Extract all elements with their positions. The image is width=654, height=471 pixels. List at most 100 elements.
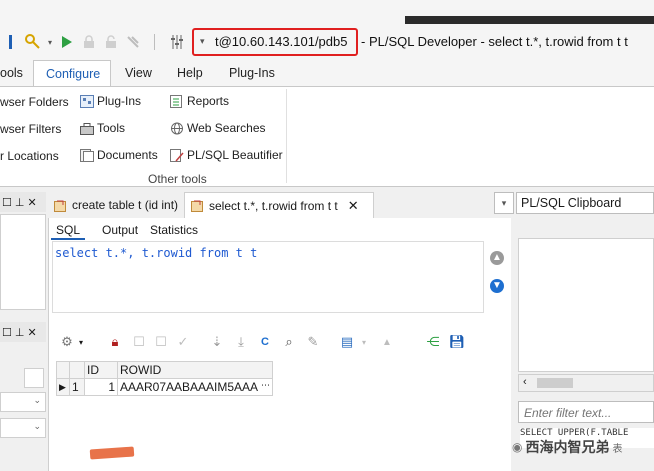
doc-tab-label: create table t (id int) <box>72 198 179 212</box>
clipboard-filter[interactable] <box>518 401 654 423</box>
table-row[interactable]: ▶ 1 1 AAAR07AABAAAIM5AAA ⋯ <box>56 378 273 396</box>
left-pane-checkbox[interactable] <box>24 368 44 388</box>
close-icon[interactable]: ✕ <box>27 196 36 209</box>
web-searches-label: Web Searches <box>187 121 266 135</box>
arrow-up-icon[interactable]: ▲ <box>490 251 504 265</box>
tab-view[interactable]: View <box>125 60 152 86</box>
chevron-down-icon[interactable]: ▾ <box>358 333 370 351</box>
tab-help[interactable]: Help <box>177 60 203 86</box>
cell-rowid-text: AAAR07AABAAAIM5AAA <box>120 380 259 394</box>
left-pane-dropdown-1[interactable]: ⌄ <box>0 392 46 412</box>
save-icon[interactable]: 💾︎ <box>448 333 466 351</box>
ribbon-panel: wser Folders wser Filters r Locations Pl… <box>0 86 654 187</box>
link-icon[interactable]: ⋲ <box>424 333 442 351</box>
chevron-down-icon[interactable]: ▾ <box>44 31 56 53</box>
current-row-icon: ▶ <box>56 378 70 396</box>
web-searches-button[interactable]: Web Searches <box>170 121 266 135</box>
chevron-left-icon[interactable]: ‹ <box>523 376 527 388</box>
ribbon-group-label: Other tools <box>148 172 207 186</box>
tab-output[interactable]: Output <box>97 221 143 240</box>
column-header-rowid[interactable]: ROWID <box>117 361 273 379</box>
ellipsis-icon[interactable]: ⋯ <box>261 380 270 391</box>
toolbox-icon <box>80 122 94 135</box>
reports-label: Reports <box>187 94 230 108</box>
sql-columns: t.*, t.rowid <box>98 246 200 260</box>
key-icon[interactable] <box>22 31 44 53</box>
grid-settings-icon[interactable]: ⚙ <box>58 333 76 351</box>
tab-statistics[interactable]: Statistics <box>145 221 203 240</box>
separator <box>144 31 166 53</box>
left-pane-header-2: ☐ ⊥ ✕ <box>0 322 46 342</box>
doc-tab-select[interactable]: select t.*, t.rowid from t t ✕ <box>184 192 374 218</box>
tools-label: Tools <box>97 121 126 135</box>
export-icon[interactable]: ▤ <box>338 333 356 351</box>
row-number: 1 <box>69 378 85 396</box>
tools-button[interactable]: Tools <box>80 121 125 135</box>
find-icon[interactable]: ⌕ <box>280 333 298 351</box>
close-icon[interactable]: ✕ <box>348 198 359 214</box>
tab-plug-ins[interactable]: Plug-Ins <box>229 60 275 86</box>
tab-configure[interactable]: Configure <box>33 60 111 86</box>
clipboard-list[interactable] <box>518 238 654 372</box>
add-record-icon[interactable]: ☐ <box>130 333 148 351</box>
sql-window-icon <box>54 199 68 212</box>
left-pane-header: ☐ ⊥ ✕ <box>0 192 46 212</box>
left-pane-list[interactable] <box>0 214 46 310</box>
unlock-icon[interactable] <box>100 31 122 53</box>
clipboard-pane-title[interactable]: PL/SQL Clipboard <box>516 192 654 214</box>
pin-icon[interactable]: ⊥ <box>15 326 25 339</box>
clear-icon[interactable]: ✎ <box>304 333 322 351</box>
window-restore-icon[interactable]: ☐ <box>2 196 12 209</box>
edit-record-icon[interactable]: ☐ <box>152 333 170 351</box>
plsql-beautifier-label: PL/SQL Beautifier <box>187 148 283 162</box>
registry-locations-button[interactable]: r Locations <box>0 149 59 163</box>
fetch-last-icon[interactable]: ⤓ <box>232 333 250 351</box>
sql-editor-text[interactable]: select t.*, t.rowid from t t <box>55 246 257 260</box>
connection-label[interactable]: t@10.60.143.101/pdb5 <box>215 34 347 49</box>
sliders-icon[interactable] <box>166 31 188 53</box>
sql-window-icon <box>191 199 205 212</box>
plsql-beautifier-button[interactable]: PL/SQL Beautifier <box>170 148 283 162</box>
connection-dropdown-icon[interactable]: ▾ <box>200 36 205 47</box>
globe-icon <box>170 122 184 135</box>
reports-button[interactable]: Reports <box>170 94 229 108</box>
tab-tools[interactable]: ools <box>0 60 23 86</box>
plug-ins-button[interactable]: Plug-Ins <box>80 94 141 108</box>
right-pane-dropdown-icon[interactable]: ▾ <box>494 192 514 214</box>
documents-button[interactable]: Documents <box>80 148 158 162</box>
clipboard-scrollbar[interactable]: ‹ <box>518 374 654 392</box>
app-menu-icon[interactable] <box>0 31 22 53</box>
post-check-icon[interactable]: ✓ <box>174 333 192 351</box>
lock-icon[interactable] <box>78 31 100 53</box>
cell-id[interactable]: 1 <box>84 378 118 396</box>
result-grid[interactable]: ID ROWID ▶ 1 1 AAAR07AABAAAIM5AAA ⋯ <box>56 361 280 396</box>
tab-sql[interactable]: SQL <box>51 221 86 240</box>
chevron-down-icon[interactable]: ▾ <box>76 333 86 351</box>
browser-folders-button[interactable]: wser Folders <box>0 95 69 109</box>
column-header-id[interactable]: ID <box>84 361 118 379</box>
pin-icon[interactable]: ⊥ <box>15 196 25 209</box>
filter-input[interactable] <box>522 403 654 423</box>
window-restore-icon[interactable]: ☐ <box>2 326 12 339</box>
documents-label: Documents <box>97 148 158 162</box>
reports-icon <box>170 94 184 108</box>
break-icon[interactable] <box>122 31 144 53</box>
document-tabs: create table t (id int) select t.*, t.ro… <box>48 192 510 218</box>
watermark: ◉ 西海内智兄弟 表 <box>512 434 654 460</box>
fetch-next-icon[interactable]: ⇣ <box>208 333 226 351</box>
chevron-down-icon: ⌄ <box>33 395 41 405</box>
left-pane-dropdown-2[interactable]: ⌄ <box>0 418 46 438</box>
close-icon[interactable]: ✕ <box>27 326 36 339</box>
result-table: ID ROWID ▶ 1 1 AAAR07AABAAAIM5AAA ⋯ <box>56 361 273 396</box>
ribbon-tabs: ools Configure View Help Plug-Ins <box>0 60 654 86</box>
arrow-down-icon[interactable]: ▼ <box>490 279 504 293</box>
lock-icon[interactable]: 🔒︎ <box>106 333 124 351</box>
refresh-icon[interactable]: C <box>256 333 274 351</box>
row-indicator-header <box>56 361 70 379</box>
doc-tab-create-table[interactable]: create table t (id int) <box>48 192 184 218</box>
browser-filters-button[interactable]: wser Filters <box>0 122 61 136</box>
cell-rowid[interactable]: AAAR07AABAAAIM5AAA ⋯ <box>117 378 273 396</box>
filter-up-icon[interactable]: ▲ <box>378 333 396 351</box>
scrollbar-thumb[interactable] <box>537 378 573 388</box>
execute-icon[interactable] <box>56 31 78 53</box>
